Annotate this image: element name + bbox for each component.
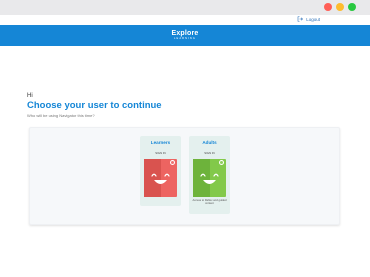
learners-card[interactable]: Learners SIGN IN <box>140 136 181 206</box>
maximize-window-button[interactable] <box>348 3 356 11</box>
adults-card-title: Adults <box>202 140 217 145</box>
adults-card[interactable]: Adults SIGN IN Access to Reflex and guid… <box>189 136 230 214</box>
window-titlebar <box>0 0 370 15</box>
logout-label: Logout <box>306 16 320 22</box>
top-utility-bar: Logout <box>0 15 370 25</box>
adults-card-note: Access to Reflex and guided content <box>192 199 227 206</box>
select-indicator-icon <box>170 160 175 165</box>
learners-card-title: Learners <box>150 140 171 145</box>
user-selection-panel: Learners SIGN IN Adults SIGN IN Access t… <box>29 127 340 225</box>
learners-avatar <box>144 159 177 197</box>
logout-icon <box>297 16 304 22</box>
minimize-window-button[interactable] <box>336 3 344 11</box>
adults-sign-in-label: SIGN IN <box>204 151 215 155</box>
logout-button[interactable]: Logout <box>297 16 320 22</box>
app-header: Explore LEARNING <box>0 25 370 46</box>
close-window-button[interactable] <box>324 3 332 11</box>
select-indicator-icon <box>219 160 224 165</box>
explore-learning-logo: Explore LEARNING <box>171 30 198 41</box>
page-title: Choose your user to continue <box>27 100 162 111</box>
greeting-text: Hi <box>27 93 33 99</box>
page-subtitle: Who will be using Navigator this time? <box>27 113 95 118</box>
adults-avatar <box>193 159 226 197</box>
logo-subtitle: LEARNING <box>173 37 197 41</box>
learners-sign-in-label: SIGN IN <box>155 151 166 155</box>
